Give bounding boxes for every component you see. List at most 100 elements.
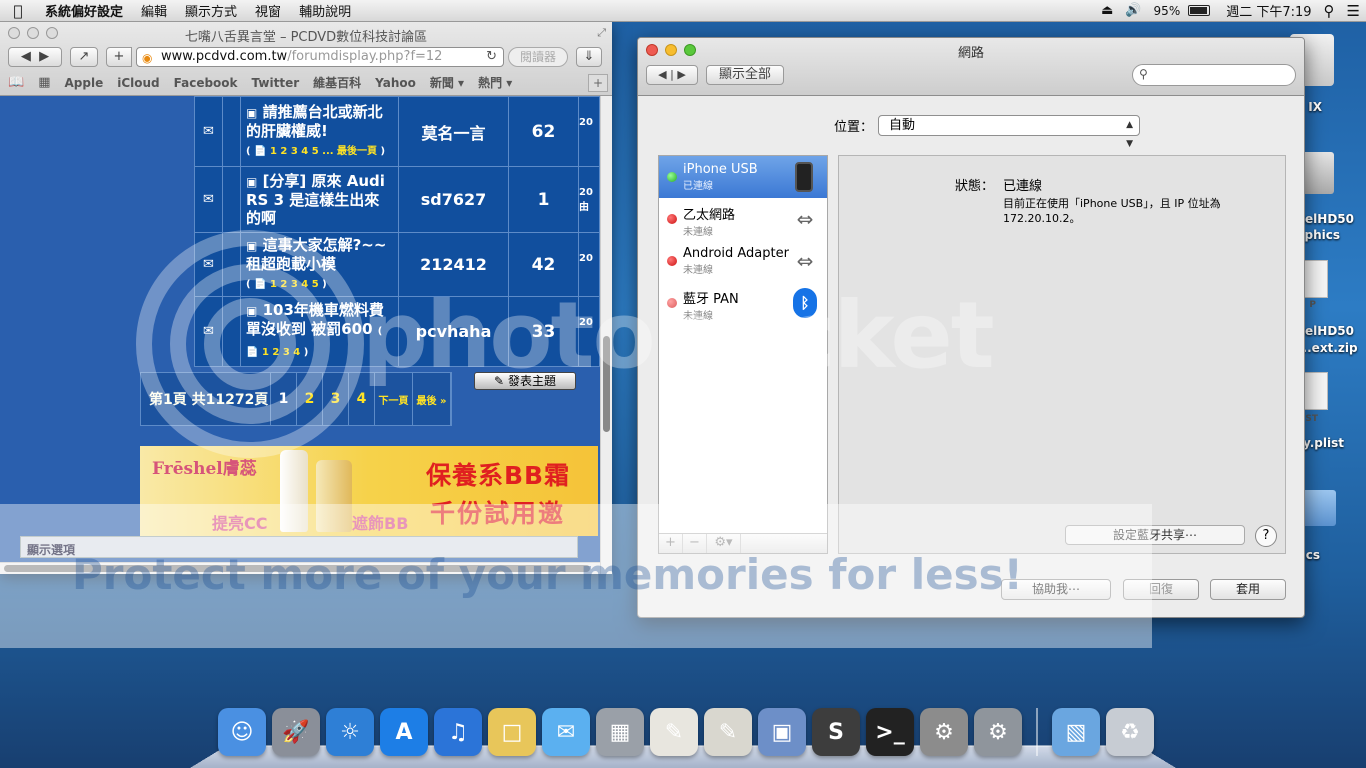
- horizontal-scrollbar[interactable]: [0, 562, 600, 574]
- thread-replies[interactable]: 33: [508, 296, 579, 367]
- page-link[interactable]: 2: [297, 373, 323, 425]
- gear-icon[interactable]: ⚙▾: [707, 534, 741, 553]
- location-popup[interactable]: 自動 ▲ ▼: [878, 115, 1140, 149]
- table-row[interactable]: ✉ ▣ [分享] 原來 Audi RS 3 是這樣生出來的啊 sd7627 1 …: [194, 166, 600, 233]
- battery-percent[interactable]: 95%: [1148, 4, 1183, 18]
- thread-title-link[interactable]: 這事大家怎解?~~租超跑載小模: [246, 236, 386, 273]
- revert-button[interactable]: 回復: [1123, 579, 1199, 600]
- notification-center-icon[interactable]: ☰: [1341, 2, 1366, 20]
- terminal-icon[interactable]: >_: [866, 708, 914, 756]
- finder-icon[interactable]: ☺: [218, 708, 266, 756]
- trash-icon[interactable]: ♻: [1106, 708, 1154, 756]
- system-preferences-icon[interactable]: ⚙: [974, 708, 1022, 756]
- thread-title-link[interactable]: 請推薦台北或新北的肝臟權威!: [246, 103, 383, 140]
- last-page-link[interactable]: 最後 »: [413, 373, 451, 425]
- ad-banner[interactable]: Frēshel膚蕊 提亮CC 遮飾BB 保養系BB霜 千份試用邀: [140, 446, 598, 536]
- app-store-icon[interactable]: A: [380, 708, 428, 756]
- desktop-label[interactable]: telHD50: [1298, 212, 1354, 226]
- thread-author[interactable]: sd7627: [398, 166, 509, 233]
- apple-menu-icon[interactable]: : [0, 2, 36, 20]
- photo-browser-icon[interactable]: □: [488, 708, 536, 756]
- thread-page-links[interactable]: 1 2 3 4: [262, 347, 300, 358]
- menu-help[interactable]: 輔助說明: [290, 1, 360, 20]
- thread-author[interactable]: pcvhaha: [398, 296, 509, 367]
- thread-author[interactable]: 莫名一言: [398, 96, 509, 167]
- next-page-link[interactable]: 下一頁: [375, 373, 413, 425]
- show-all-button[interactable]: 顯示全部: [706, 65, 784, 85]
- archive-icon[interactable]: ▣: [758, 708, 806, 756]
- display-options-header[interactable]: 顯示選項: [20, 536, 578, 558]
- back-forward-buttons[interactable]: ◀ ▶: [8, 47, 62, 67]
- add-service-button[interactable]: +: [659, 534, 683, 553]
- assist-me-button[interactable]: 協助我⋯: [1001, 579, 1111, 600]
- forward-icon[interactable]: ▶: [39, 49, 49, 64]
- back-forward-buttons[interactable]: ◀ | ▶: [646, 65, 698, 85]
- thread-replies[interactable]: 42: [508, 232, 579, 297]
- bookmark-popular[interactable]: 熱門 ▾: [478, 74, 512, 91]
- thread-page-links[interactable]: 1 2 3 4 5: [270, 279, 319, 290]
- reading-list-icon[interactable]: 📖: [8, 75, 24, 90]
- scroll-thumb[interactable]: [603, 336, 610, 432]
- reader-button[interactable]: 閱讀器: [508, 47, 568, 67]
- thread-replies[interactable]: 62: [508, 96, 579, 167]
- bookmark-icloud[interactable]: iCloud: [117, 76, 159, 90]
- messages-icon[interactable]: ✉: [542, 708, 590, 756]
- thread-author[interactable]: 212412: [398, 232, 509, 297]
- table-row[interactable]: ✉ ▣ 請推薦台北或新北的肝臟權威! ( 📄 1 2 3 4 5 ... 最後一…: [194, 96, 600, 167]
- bookmark-facebook[interactable]: Facebook: [174, 76, 238, 90]
- thread-title-link[interactable]: 103年機車燃料費單沒收到 被罰600: [246, 301, 384, 338]
- service-item-ethernet[interactable]: 乙太網路 未連線 ⇔: [659, 198, 827, 240]
- reload-icon[interactable]: ↻: [486, 48, 497, 66]
- thread-replies[interactable]: 1: [508, 166, 579, 233]
- add-tab-icon[interactable]: +: [588, 74, 608, 92]
- new-tab-button[interactable]: +: [106, 47, 132, 67]
- apply-button[interactable]: 套用: [1210, 579, 1286, 600]
- new-thread-button[interactable]: ✎ 發表主題: [474, 372, 576, 390]
- vertical-scrollbar[interactable]: [600, 96, 612, 574]
- service-item-bluetooth-pan[interactable]: 藍牙 PAN 未連線 ᛒ: [659, 282, 827, 324]
- forward-icon[interactable]: ▶: [677, 68, 685, 81]
- scroll-thumb[interactable]: [4, 565, 590, 572]
- page-link[interactable]: 4: [349, 373, 375, 425]
- menu-edit[interactable]: 編輯: [132, 1, 176, 20]
- bookmark-wikipedia[interactable]: 維基百科: [313, 74, 361, 91]
- search-field[interactable]: ⚲: [1132, 64, 1296, 86]
- service-item-iphone-usb[interactable]: iPhone USB 已連線: [659, 156, 827, 198]
- page-link[interactable]: 3: [323, 373, 349, 425]
- desktop-label[interactable]: ...ext.zip: [1298, 341, 1358, 355]
- safari-icon[interactable]: ☼: [326, 708, 374, 756]
- bookmark-yahoo[interactable]: Yahoo: [375, 76, 416, 90]
- itunes-icon[interactable]: ♫: [434, 708, 482, 756]
- fullscreen-icon[interactable]: ⤢: [597, 26, 606, 40]
- disk-utility-icon[interactable]: ⚙: [920, 708, 968, 756]
- clock[interactable]: 週二 下午7:19: [1216, 1, 1317, 20]
- volume-icon[interactable]: 🔊: [1119, 3, 1147, 18]
- textedit-icon[interactable]: ✎: [650, 708, 698, 756]
- launchpad-icon[interactable]: 🚀: [272, 708, 320, 756]
- eject-icon[interactable]: ⏏: [1095, 3, 1119, 18]
- share-button[interactable]: ↗: [70, 47, 98, 67]
- back-icon[interactable]: ◀: [21, 49, 31, 64]
- service-item-android-adapter[interactable]: Android Adapter 未連線 ⇔: [659, 240, 827, 282]
- bookmark-news[interactable]: 新聞 ▾: [430, 74, 464, 91]
- top-sites-icon[interactable]: ▦: [38, 75, 50, 90]
- address-bar[interactable]: ◉ www.pcdvd.com.tw/forumdisplay.php?f=12…: [136, 47, 504, 67]
- sublime-text-icon[interactable]: S: [812, 708, 860, 756]
- bookmark-twitter[interactable]: Twitter: [252, 76, 300, 90]
- remove-service-button[interactable]: −: [683, 534, 707, 553]
- table-row[interactable]: ✉ ▣ 這事大家怎解?~~租超跑載小模 ( 📄 1 2 3 4 5 ) 2124…: [194, 232, 600, 297]
- applications-folder-icon[interactable]: ▧: [1052, 708, 1100, 756]
- back-icon[interactable]: ◀: [658, 68, 666, 81]
- thread-title-link[interactable]: [分享] 原來 Audi RS 3 是這樣生出來的啊: [246, 172, 385, 227]
- page-link[interactable]: 1: [271, 373, 297, 425]
- help-button[interactable]: ?: [1255, 525, 1277, 547]
- script-editor-icon[interactable]: ✎: [704, 708, 752, 756]
- menu-window[interactable]: 視窗: [246, 1, 290, 20]
- desktop-label[interactable]: telHD50: [1298, 324, 1354, 338]
- bookmark-apple[interactable]: Apple: [64, 76, 103, 90]
- menu-app-name[interactable]: 系統偏好設定: [36, 1, 132, 20]
- menu-view[interactable]: 顯示方式: [176, 1, 246, 20]
- calculator-icon[interactable]: ▦: [596, 708, 644, 756]
- battery-icon[interactable]: [1182, 3, 1216, 18]
- table-row[interactable]: ✉ ▣ 103年機車燃料費單沒收到 被罰600 ( 📄 1 2 3 4 ) pc…: [194, 296, 600, 367]
